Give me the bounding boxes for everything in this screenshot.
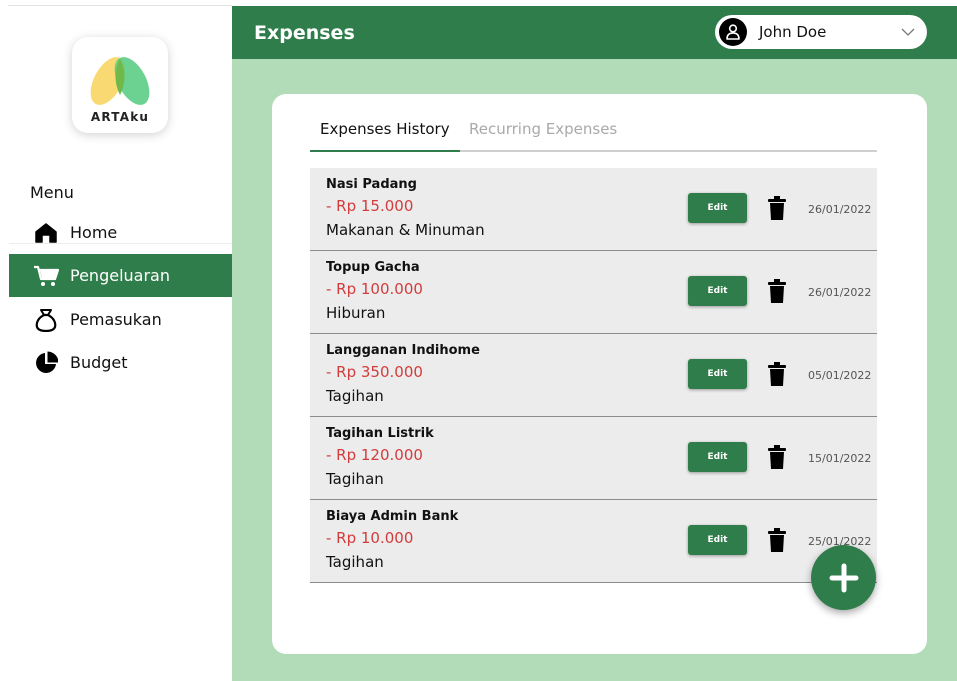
plus-icon bbox=[829, 563, 858, 592]
sidebar-item-label: Budget bbox=[70, 353, 128, 372]
expense-category: Tagihan bbox=[326, 387, 384, 405]
expense-date: 26/01/2022 bbox=[808, 286, 872, 299]
expense-name: Biaya Admin Bank bbox=[326, 509, 459, 524]
edit-button[interactable]: Edit bbox=[688, 525, 747, 555]
expense-category: Makanan & Minuman bbox=[326, 221, 485, 239]
expense-row[interactable]: Nasi Padang - Rp 15.000 Makanan & Minuma… bbox=[310, 168, 877, 251]
logo-text: ARTAku bbox=[90, 110, 150, 124]
expense-name: Topup Gacha bbox=[326, 260, 420, 275]
expense-row[interactable]: Langganan Indihome - Rp 350.000 Tagihan … bbox=[310, 334, 877, 417]
pie-chart-icon bbox=[31, 351, 61, 375]
expense-amount: - Rp 350.000 bbox=[326, 363, 423, 381]
edit-button[interactable]: Edit bbox=[688, 359, 747, 389]
sidebar-item-label: Pengeluaran bbox=[70, 266, 170, 285]
expense-amount: - Rp 10.000 bbox=[326, 529, 414, 547]
edit-button[interactable]: Edit bbox=[688, 193, 747, 223]
user-menu-dropdown[interactable]: John Doe bbox=[715, 15, 927, 49]
cart-icon bbox=[31, 265, 61, 287]
trash-icon[interactable] bbox=[768, 362, 786, 390]
divider bbox=[8, 5, 232, 6]
expenses-list: Nasi Padang - Rp 15.000 Makanan & Minuma… bbox=[310, 168, 877, 583]
expense-amount: - Rp 120.000 bbox=[326, 446, 423, 464]
expense-row[interactable]: Tagihan Listrik - Rp 120.000 Tagihan Edi… bbox=[310, 417, 877, 500]
app-logo[interactable]: ARTAku bbox=[72, 37, 168, 133]
tab-recurring-expenses[interactable]: Recurring Expenses bbox=[469, 120, 617, 138]
expense-date: 26/01/2022 bbox=[808, 203, 872, 216]
expense-date: 05/01/2022 bbox=[808, 369, 872, 382]
logo-leaf-icon bbox=[90, 57, 150, 105]
trash-icon[interactable] bbox=[768, 445, 786, 473]
chevron-down-icon bbox=[901, 28, 915, 36]
add-expense-button[interactable] bbox=[811, 545, 876, 610]
sidebar-item-pemasukan[interactable]: Pemasukan bbox=[9, 298, 232, 341]
page-title: Expenses bbox=[254, 22, 355, 44]
trash-icon[interactable] bbox=[768, 196, 786, 224]
user-avatar-icon bbox=[719, 18, 747, 46]
trash-icon[interactable] bbox=[768, 528, 786, 556]
tab-bar: Expenses History Recurring Expenses bbox=[310, 118, 877, 152]
sidebar-item-budget[interactable]: Budget bbox=[9, 341, 232, 384]
home-icon bbox=[31, 222, 61, 243]
expense-category: Hiburan bbox=[326, 304, 386, 322]
edit-button[interactable]: Edit bbox=[688, 442, 747, 472]
expense-amount: - Rp 100.000 bbox=[326, 280, 423, 298]
expense-name: Langganan Indihome bbox=[326, 343, 480, 358]
expense-category: Tagihan bbox=[326, 553, 384, 571]
sidebar-item-label: Home bbox=[70, 223, 118, 242]
expense-amount: - Rp 15.000 bbox=[326, 197, 414, 215]
menu-title: Menu bbox=[30, 183, 74, 202]
expense-row[interactable]: Topup Gacha - Rp 100.000 Hiburan Edit 26… bbox=[310, 251, 877, 334]
edit-button[interactable]: Edit bbox=[688, 276, 747, 306]
trash-icon[interactable] bbox=[768, 279, 786, 307]
tab-expenses-history[interactable]: Expenses History bbox=[320, 120, 450, 138]
top-header: Expenses John Doe bbox=[232, 6, 957, 59]
sidebar-item-home[interactable]: Home bbox=[9, 211, 232, 254]
money-bag-icon bbox=[31, 308, 61, 332]
expense-category: Tagihan bbox=[326, 470, 384, 488]
sidebar-item-label: Pemasukan bbox=[70, 310, 162, 329]
expense-date: 15/01/2022 bbox=[808, 452, 872, 465]
expense-row[interactable]: Biaya Admin Bank - Rp 10.000 Tagihan Edi… bbox=[310, 500, 877, 583]
sidebar-item-pengeluaran[interactable]: Pengeluaran bbox=[9, 254, 232, 297]
sidebar: ARTAku Menu Home Pengeluaran Pemasukan B… bbox=[0, 0, 232, 681]
user-name: John Doe bbox=[759, 23, 827, 41]
active-tab-indicator bbox=[310, 150, 460, 152]
expense-name: Tagihan Listrik bbox=[326, 426, 434, 441]
expense-name: Nasi Padang bbox=[326, 177, 417, 192]
divider bbox=[9, 243, 232, 244]
